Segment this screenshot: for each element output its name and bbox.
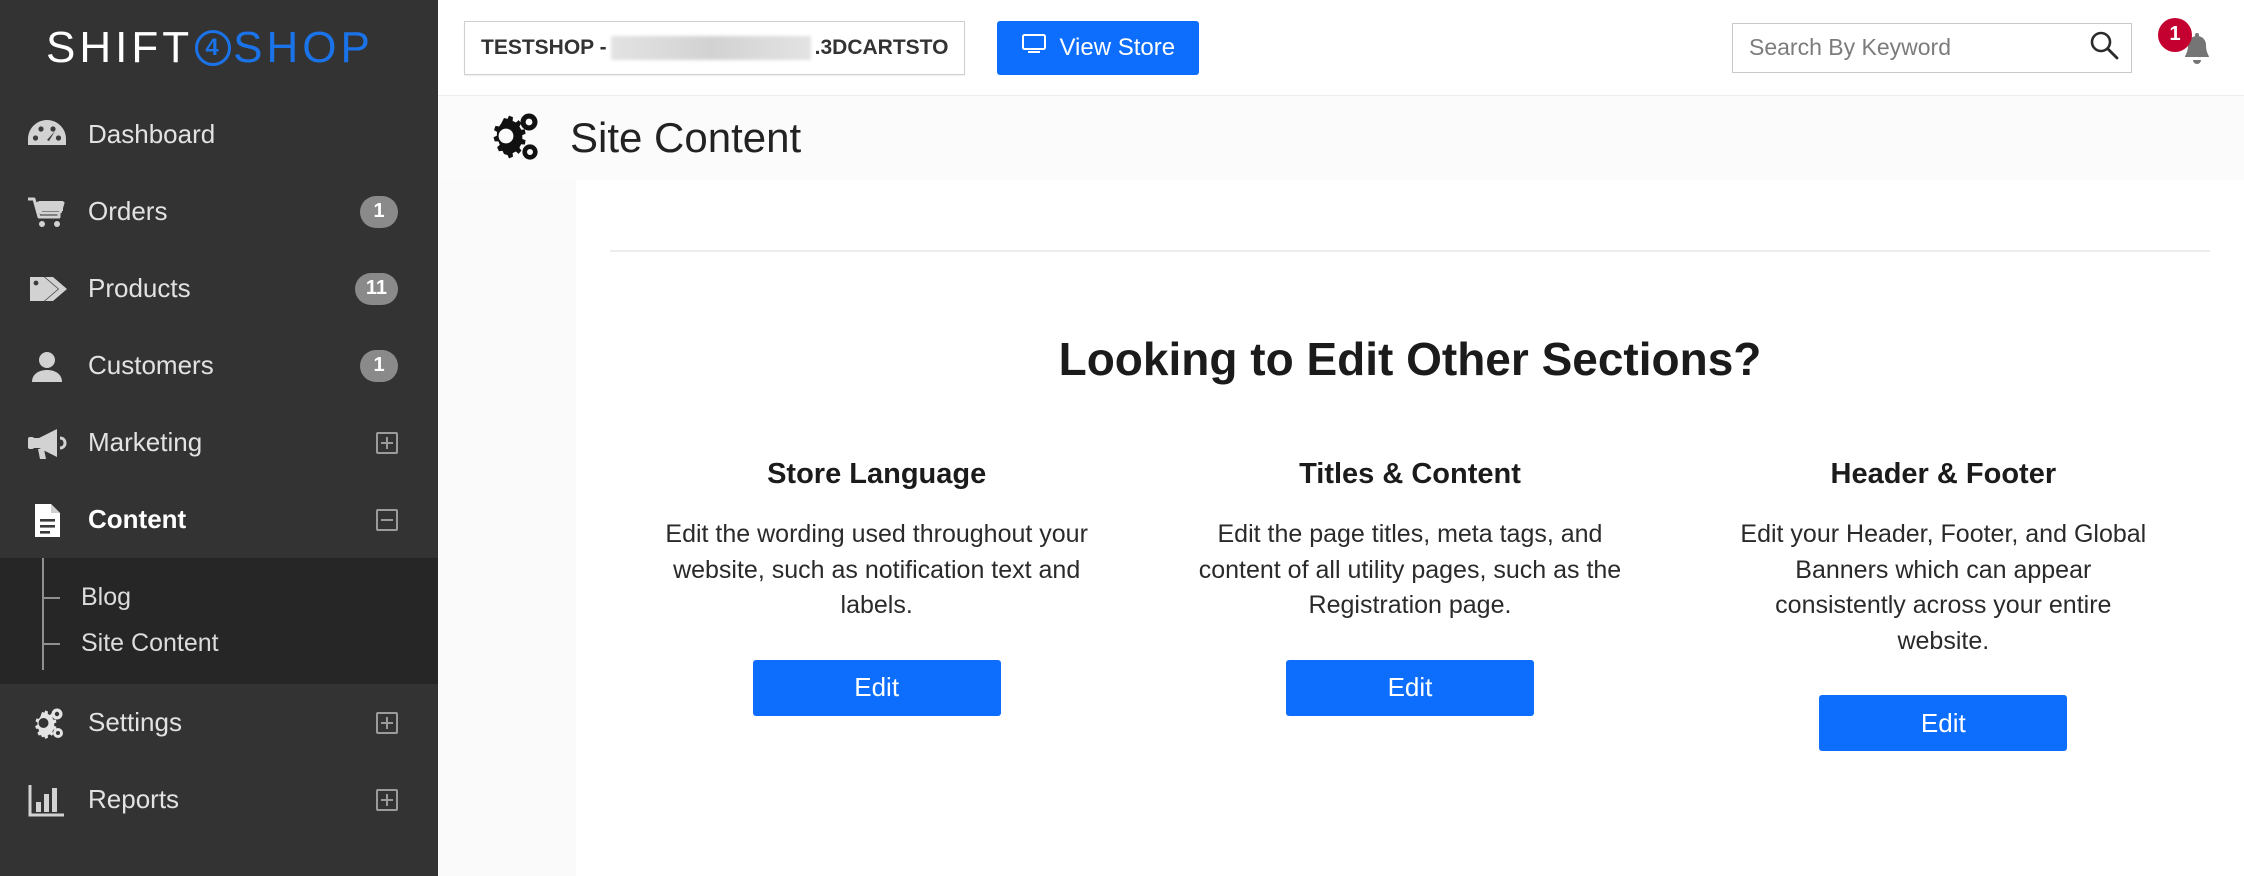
brand-name-secondary: SHOP [233, 23, 374, 73]
brand-name-primary: SHIFT [46, 23, 193, 73]
section-description: Edit the wording used throughout your we… [662, 517, 1092, 624]
user-icon [24, 346, 70, 386]
sidebar-item-label: Settings [88, 707, 376, 738]
topbar: TESTSHOP - .3DCARTSTO View Store [438, 0, 2244, 96]
sidebar-item-label: Dashboard [88, 119, 398, 150]
sidebar-badge-customers: 1 [360, 350, 398, 382]
sections-grid: Store Language Edit the wording used thr… [610, 458, 2210, 751]
sidebar-item-customers[interactable]: Customers 1 [0, 327, 438, 404]
sidebar-badge-orders: 1 [360, 196, 398, 228]
edit-button-titles-content[interactable]: Edit [1286, 660, 1534, 716]
notification-badge: 1 [2158, 18, 2192, 52]
store-name-redacted [611, 36, 811, 60]
sidebar: SHIFT 4 SHOP Dashboard [0, 0, 438, 876]
megaphone-icon [24, 423, 70, 463]
section-title: Header & Footer [1831, 458, 2057, 491]
sidebar-item-blog[interactable]: Blog [0, 574, 438, 620]
sidebar-item-label: Reports [88, 784, 376, 815]
section-title: Store Language [767, 458, 986, 491]
sidebar-subitem-label: Site Content [81, 629, 219, 658]
store-selector[interactable]: TESTSHOP - .3DCARTSTO [464, 21, 965, 75]
gears-icon [24, 703, 70, 743]
app-root: SHIFT 4 SHOP Dashboard [0, 0, 2244, 876]
bar-chart-icon [24, 780, 70, 820]
gears-icon [484, 110, 544, 166]
sidebar-item-orders[interactable]: Orders 1 [0, 173, 438, 250]
collapse-icon-content[interactable] [376, 509, 398, 531]
sidebar-badge-products: 11 [355, 273, 398, 305]
notifications-button[interactable]: 1 [2162, 22, 2214, 74]
sidebar-submenu-content: Blog Site Content [0, 558, 438, 684]
section-card-titles-content: Titles & Content Edit the page titles, m… [1143, 458, 1676, 751]
sidebar-item-products[interactable]: Products 11 [0, 250, 438, 327]
main-area: TESTSHOP - .3DCARTSTO View Store [438, 0, 2244, 876]
content-region: Looking to Edit Other Sections? Store La… [438, 180, 2244, 876]
sidebar-item-label: Customers [88, 350, 360, 381]
brand-four-badge: 4 [195, 30, 231, 66]
edit-button-header-footer[interactable]: Edit [1819, 695, 2067, 751]
sidebar-item-marketing[interactable]: Marketing [0, 404, 438, 481]
tag-icon [24, 269, 70, 309]
dashboard-icon [24, 115, 70, 155]
section-card-header-footer: Header & Footer Edit your Header, Footer… [1677, 458, 2210, 751]
view-store-button[interactable]: View Store [997, 21, 1199, 75]
document-icon [24, 500, 70, 540]
edit-button-store-language[interactable]: Edit [753, 660, 1001, 716]
sidebar-subitem-label: Blog [81, 583, 131, 612]
sidebar-item-label: Marketing [88, 427, 376, 458]
sidebar-item-site-content[interactable]: Site Content [0, 620, 438, 666]
section-heading: Looking to Edit Other Sections? [610, 332, 2210, 386]
page-title: Site Content [570, 114, 801, 162]
sidebar-item-label: Products [88, 273, 355, 304]
sidebar-nav: Dashboard Orders 1 [0, 96, 438, 876]
sidebar-item-label: Content [88, 504, 376, 535]
cart-icon [24, 192, 70, 232]
search-icon[interactable] [2087, 28, 2121, 67]
page-header: Site Content [438, 96, 2244, 180]
content-gutter [438, 180, 576, 876]
sidebar-item-dashboard[interactable]: Dashboard [0, 96, 438, 173]
expand-icon-settings[interactable] [376, 712, 398, 734]
card-divider [610, 250, 2210, 252]
section-card-store-language: Store Language Edit the wording used thr… [610, 458, 1143, 751]
store-name-suffix: .3DCARTSTO [815, 36, 949, 60]
brand-logo[interactable]: SHIFT 4 SHOP [0, 0, 438, 96]
search-box[interactable] [1732, 23, 2132, 73]
expand-icon-marketing[interactable] [376, 432, 398, 454]
monitor-icon [1021, 33, 1047, 62]
sidebar-item-reports[interactable]: Reports [0, 761, 438, 838]
section-title: Titles & Content [1299, 458, 1521, 491]
sidebar-item-content[interactable]: Content [0, 481, 438, 558]
section-description: Edit the page titles, meta tags, and con… [1195, 517, 1625, 624]
view-store-label: View Store [1059, 34, 1175, 62]
search-input[interactable] [1749, 34, 2087, 61]
store-name-prefix: TESTSHOP - [481, 36, 607, 60]
sidebar-item-label: Orders [88, 196, 360, 227]
expand-icon-reports[interactable] [376, 789, 398, 811]
content-card: Looking to Edit Other Sections? Store La… [576, 180, 2244, 876]
section-description: Edit your Header, Footer, and Global Ban… [1728, 517, 2158, 659]
sidebar-item-settings[interactable]: Settings [0, 684, 438, 761]
